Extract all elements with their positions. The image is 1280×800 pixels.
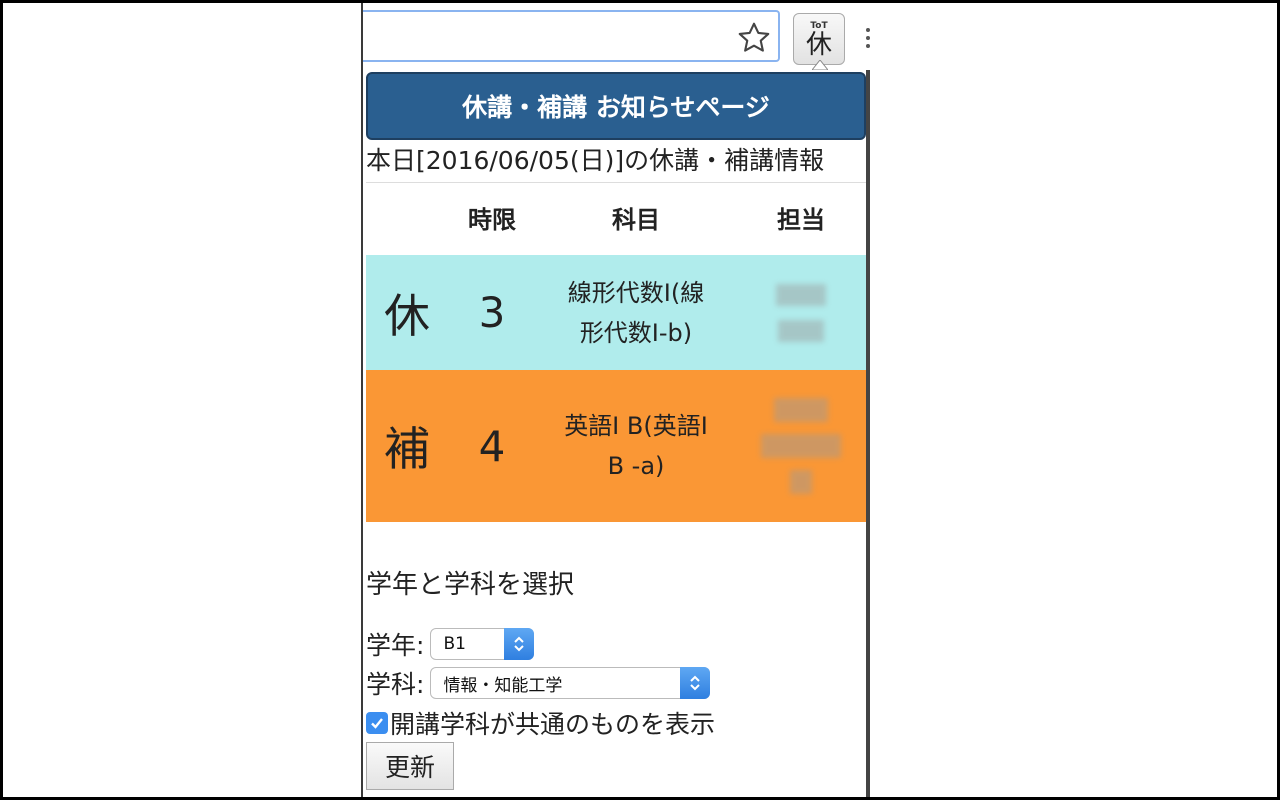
department-label: 学科: bbox=[366, 670, 425, 699]
popup-pointer bbox=[812, 60, 828, 70]
row-type: 休 bbox=[384, 288, 430, 343]
row-subject-line: B -a) bbox=[607, 452, 665, 480]
address-bar[interactable] bbox=[363, 10, 780, 62]
year-row: 学年: B1 bbox=[366, 626, 535, 662]
row-teacher-blurred bbox=[736, 255, 866, 370]
menu-icon[interactable] bbox=[866, 28, 872, 52]
select-heading: 学年と学科を選択 bbox=[366, 570, 575, 600]
year-select-value: B1 bbox=[443, 634, 466, 654]
select-arrows-icon bbox=[680, 667, 711, 699]
department-select[interactable]: 情報・知能工学 bbox=[430, 667, 711, 699]
common-dept-checkbox-label: 開講学科が共通のものを表示 bbox=[390, 710, 716, 739]
row-period: 4 bbox=[478, 421, 506, 471]
row-subject-line: 線形代数I(線 bbox=[567, 278, 705, 307]
page-title: 休講・補講 お知らせページ bbox=[366, 72, 866, 140]
department-select-value: 情報・知能工学 bbox=[443, 675, 563, 696]
column-header-teacher: 担当 bbox=[777, 205, 825, 234]
year-label: 学年: bbox=[366, 631, 425, 660]
row-type: 補 bbox=[384, 422, 430, 476]
extension-icon-kanji: 休 bbox=[805, 29, 832, 60]
extension-button[interactable]: ToT 休 bbox=[793, 13, 845, 65]
table-divider bbox=[366, 182, 866, 183]
update-button[interactable]: 更新 bbox=[366, 742, 454, 790]
select-arrows-icon bbox=[504, 628, 535, 660]
row-teacher-blurred bbox=[736, 370, 866, 522]
left-blank-area bbox=[3, 3, 360, 797]
row-subject-line: 形代数I-b) bbox=[579, 318, 693, 347]
row-period: 3 bbox=[478, 288, 506, 337]
table-row: 休 3 線形代数I(線 形代数I-b) bbox=[366, 255, 866, 370]
row-subject-line: 英語I B(英語I bbox=[564, 412, 708, 440]
bookmark-star-icon[interactable] bbox=[734, 18, 774, 58]
column-header-period: 時限 bbox=[468, 205, 516, 234]
year-select[interactable]: B1 bbox=[430, 628, 535, 660]
column-header-subject: 科目 bbox=[612, 205, 660, 234]
department-row: 学科: 情報・知能工学 bbox=[366, 665, 711, 701]
row-subject: 英語I B(英語I B -a) bbox=[536, 370, 736, 522]
common-dept-checkbox[interactable] bbox=[366, 712, 388, 734]
row-subject: 線形代数I(線 形代数I-b) bbox=[536, 255, 736, 370]
today-info-text: 本日[2016/06/05(日)]の休講・補講情報 bbox=[366, 146, 825, 175]
common-checkbox-row: 開講学科が共通のものを表示 bbox=[366, 705, 715, 741]
popup-right-border bbox=[866, 70, 870, 797]
table-row: 補 4 英語I B(英語I B -a) bbox=[366, 370, 866, 522]
